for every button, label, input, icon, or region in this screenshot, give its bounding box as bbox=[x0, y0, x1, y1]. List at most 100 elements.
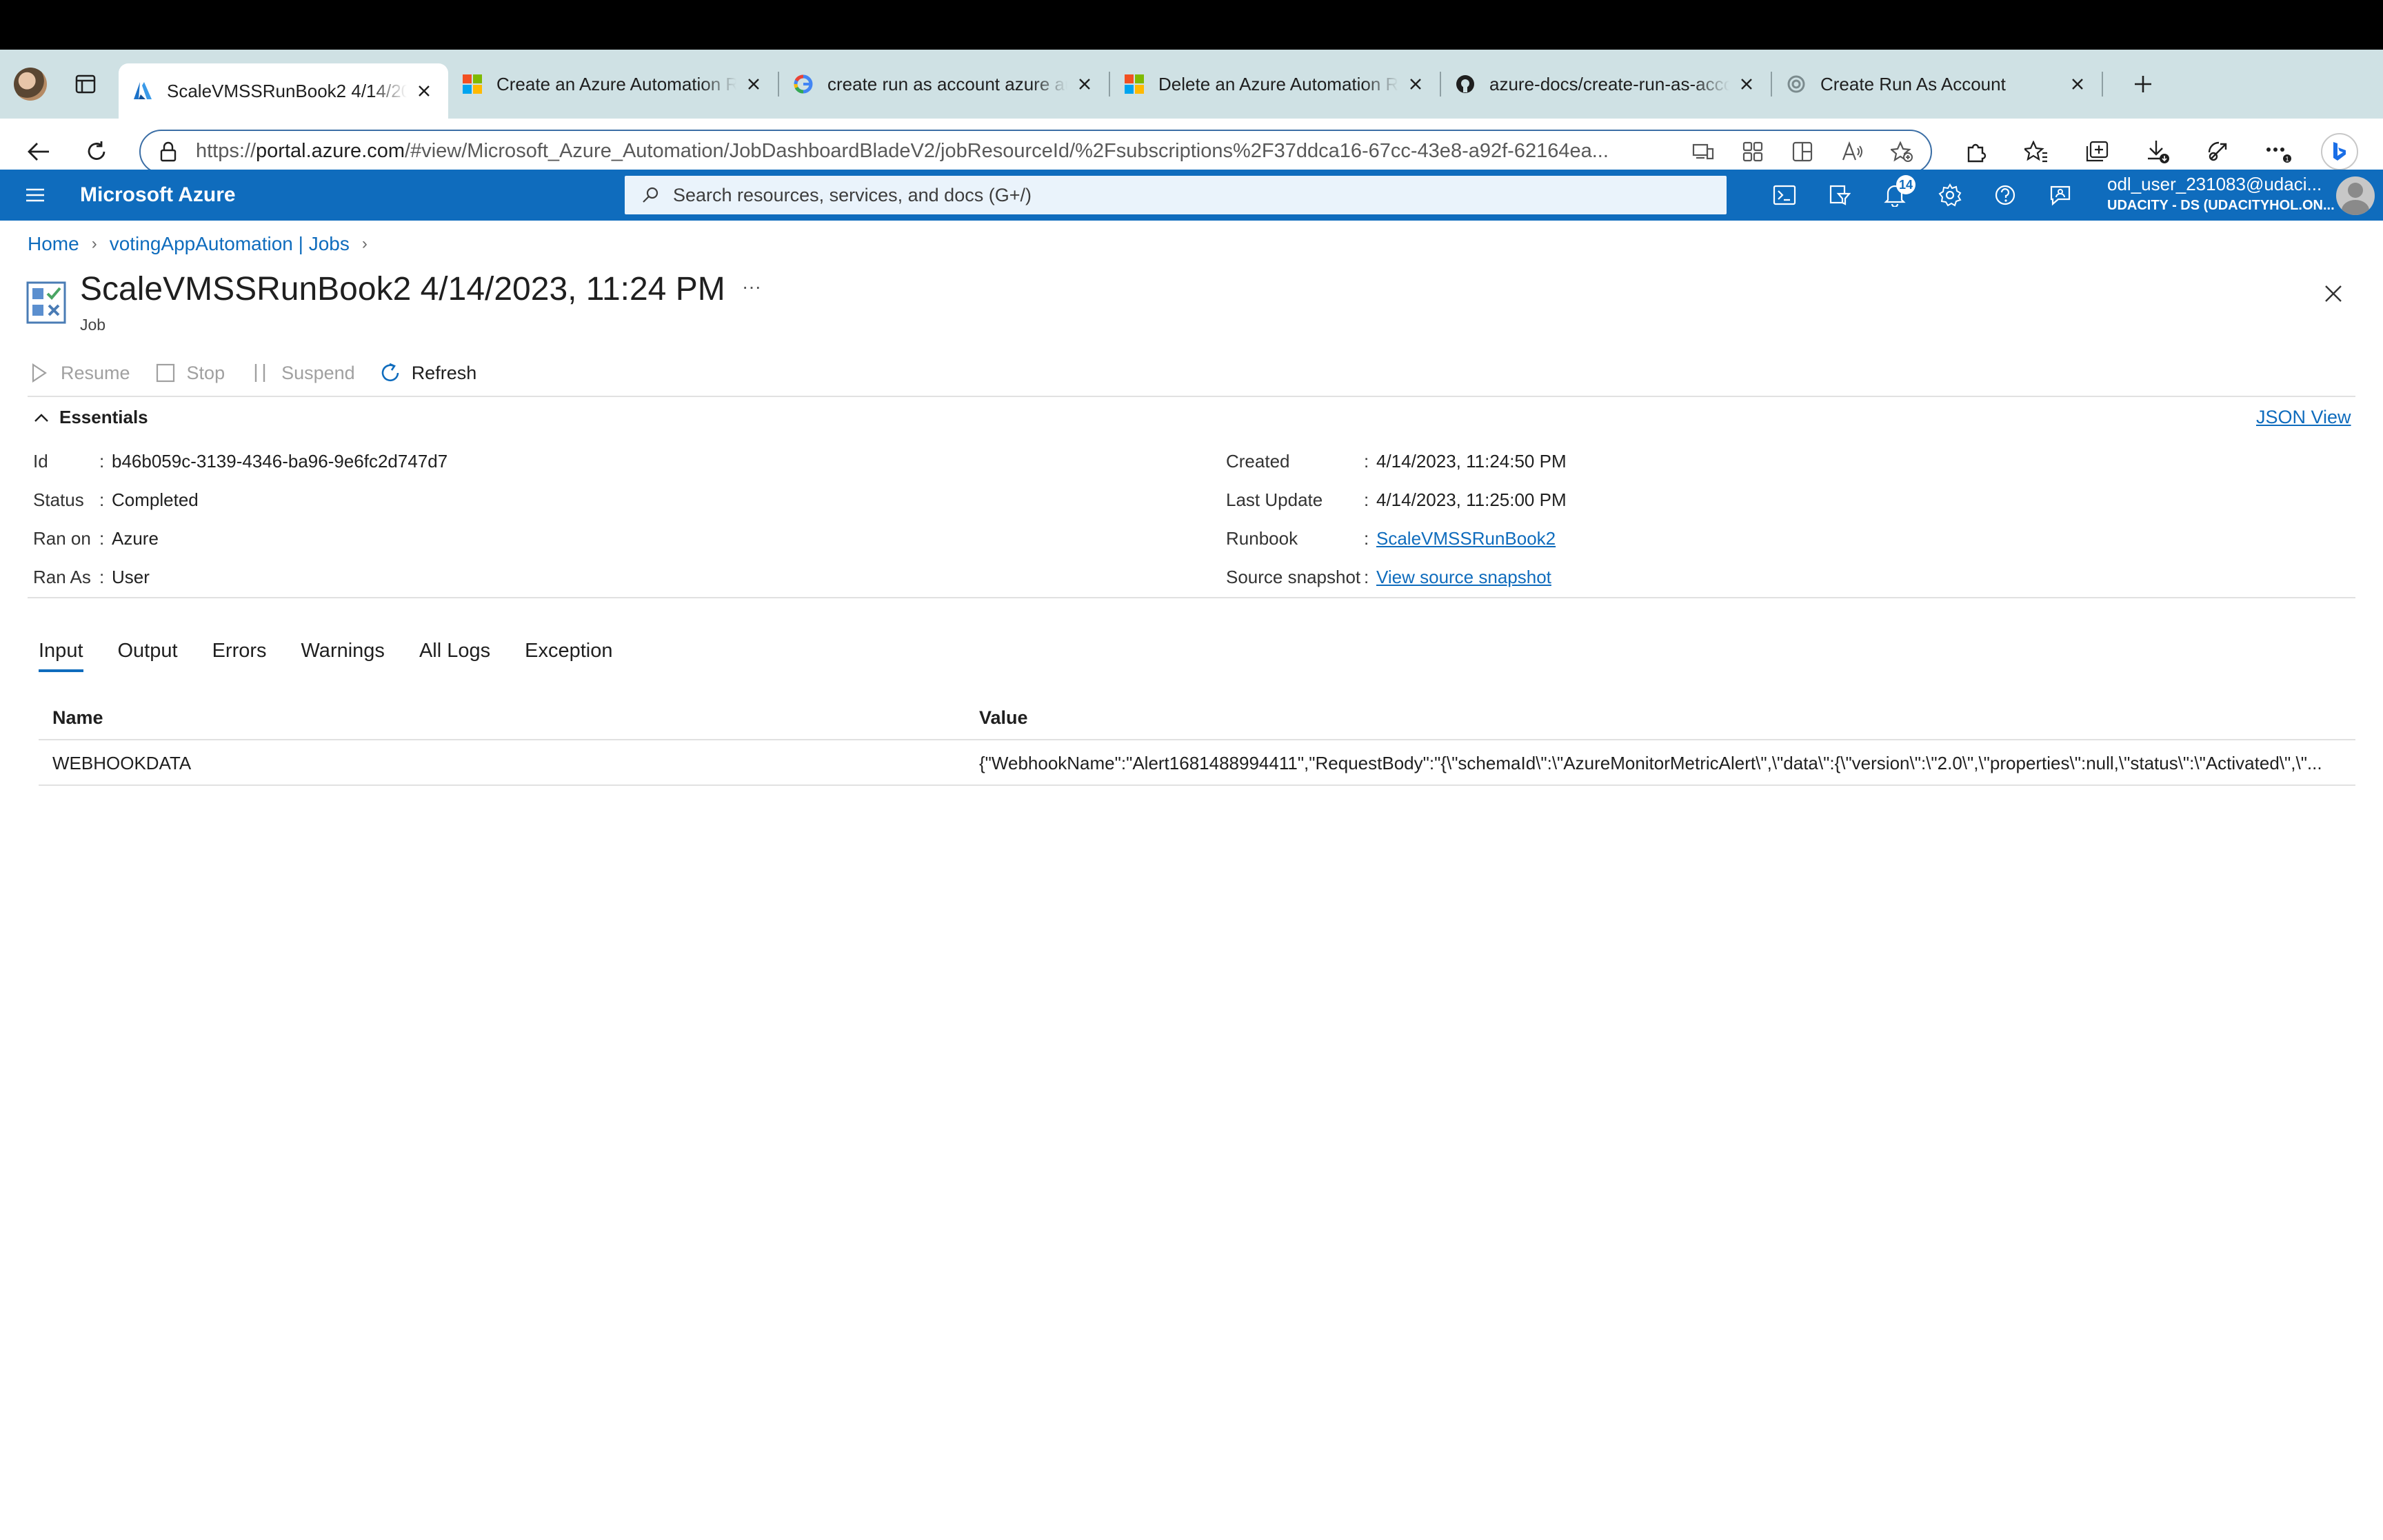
azure-brand[interactable]: Microsoft Azure bbox=[80, 183, 236, 207]
essential-value: b46b059c-3139-4346-ba96-9e6fc2d747d7 bbox=[112, 451, 448, 472]
essential-key: Created bbox=[1226, 451, 1290, 472]
browser-tab[interactable]: Delete an Azure Automation Run As accoun… bbox=[1110, 59, 1440, 109]
apps-icon[interactable] bbox=[1738, 136, 1768, 167]
tab-warnings[interactable]: Warnings bbox=[301, 640, 385, 672]
global-search-input[interactable]: Search resources, services, and docs (G+… bbox=[625, 176, 1727, 214]
lock-icon[interactable] bbox=[154, 138, 182, 165]
refresh-button[interactable]: Refresh bbox=[379, 361, 476, 385]
tab-actions-icon[interactable] bbox=[72, 70, 99, 98]
command-bar: Resume Stop Suspend Refresh bbox=[28, 356, 500, 390]
performance-icon[interactable] bbox=[2201, 134, 2235, 169]
column-header-value[interactable]: Value bbox=[979, 707, 1028, 729]
url-path: /#view/Microsoft_Azure_Automation/JobDas… bbox=[405, 140, 1609, 162]
suspend-label: Suspend bbox=[281, 362, 355, 383]
essential-id: Id : b46b059c-3139-4346-ba96-9e6fc2d747d… bbox=[33, 451, 448, 472]
browser-tab-active[interactable]: ScaleVMSSRunBook2 4/14/2023, 11:24 PM bbox=[119, 63, 448, 119]
chatgpt-logo-icon bbox=[1786, 74, 1807, 94]
close-tab-icon[interactable] bbox=[2067, 74, 2088, 94]
json-view-link[interactable]: JSON View bbox=[2256, 407, 2351, 428]
browser-tab[interactable]: Create an Azure Automation Run As accoun… bbox=[448, 59, 778, 109]
stop-button[interactable]: Stop bbox=[154, 361, 225, 385]
column-header-name[interactable]: Name bbox=[52, 707, 103, 729]
tab-input[interactable]: Input bbox=[39, 640, 83, 672]
device-icon[interactable] bbox=[1688, 136, 1718, 167]
close-tab-icon[interactable] bbox=[1074, 74, 1095, 94]
extensions-icon[interactable] bbox=[1958, 134, 1993, 169]
cloud-shell-icon[interactable] bbox=[1757, 170, 1812, 221]
breadcrumb-jobs[interactable]: votingAppAutomation | Jobs bbox=[110, 233, 350, 255]
account-name: odl_user_231083@udaci... bbox=[2107, 174, 2322, 194]
close-icon[interactable] bbox=[2318, 278, 2349, 309]
close-tab-icon[interactable] bbox=[414, 81, 434, 101]
breadcrumb-home[interactable]: Home bbox=[28, 233, 79, 255]
page-subtitle: Job bbox=[80, 316, 106, 334]
tab-exception[interactable]: Exception bbox=[525, 640, 612, 672]
downloads-icon[interactable] bbox=[2140, 134, 2175, 169]
essential-value: 4/14/2023, 11:24:50 PM bbox=[1376, 451, 1567, 472]
microsoft-logo-icon bbox=[462, 74, 483, 94]
close-tab-icon[interactable] bbox=[1405, 74, 1426, 94]
browser-tab[interactable]: Create Run As Account bbox=[1772, 59, 2102, 109]
bing-copilot-button[interactable] bbox=[2321, 132, 2358, 170]
essential-colon: : bbox=[1364, 489, 1369, 510]
split-screen-icon[interactable] bbox=[1787, 136, 1818, 167]
source-snapshot-link[interactable]: View source snapshot bbox=[1376, 567, 1551, 588]
url-host: portal.azure.com bbox=[256, 140, 405, 162]
essentials-toggle[interactable]: Essentials bbox=[32, 407, 148, 428]
essential-colon: : bbox=[99, 567, 105, 587]
azure-portal-header: Microsoft Azure Search resources, servic… bbox=[0, 170, 2383, 221]
feedback-icon[interactable] bbox=[2033, 170, 2088, 221]
essential-value: Azure bbox=[112, 528, 159, 549]
tab-title: create run as account azure automation bbox=[827, 73, 1067, 94]
tab-title: Delete an Azure Automation Run As accoun… bbox=[1158, 73, 1398, 94]
help-icon[interactable] bbox=[1978, 170, 2033, 221]
essential-source-snapshot: Source snapshot : View source snapshot bbox=[1226, 567, 1551, 588]
microsoft-logo-icon bbox=[1124, 74, 1145, 94]
essential-last-update: Last Update : 4/14/2023, 11:25:00 PM bbox=[1226, 489, 1567, 511]
read-aloud-icon[interactable] bbox=[1837, 136, 1867, 167]
essential-key: Source snapshot bbox=[1226, 567, 1361, 587]
directory-filter-icon[interactable] bbox=[1812, 170, 1867, 221]
page-title: ScaleVMSSRunBook2 4/14/2023, 11:24 PM bbox=[80, 271, 725, 307]
portal-menu-icon[interactable] bbox=[19, 179, 51, 211]
reload-button[interactable] bbox=[77, 132, 116, 171]
settings-gear-icon[interactable] bbox=[1922, 170, 1978, 221]
runbook-link[interactable]: ScaleVMSSRunBook2 bbox=[1376, 528, 1556, 549]
resume-button[interactable]: Resume bbox=[28, 361, 130, 385]
close-tab-icon[interactable] bbox=[1736, 74, 1757, 94]
tab-all-logs[interactable]: All Logs bbox=[419, 640, 490, 672]
new-tab-button[interactable] bbox=[2124, 65, 2162, 103]
browser-tab[interactable]: create run as account azure automation bbox=[779, 59, 1109, 109]
more-options-button[interactable]: ··· bbox=[742, 276, 763, 303]
avatar[interactable] bbox=[2336, 176, 2375, 215]
add-favorite-icon[interactable] bbox=[1887, 136, 1917, 167]
tab-title: ScaleVMSSRunBook2 4/14/2023, 11:24 PM bbox=[167, 80, 407, 101]
azure-logo-icon bbox=[132, 81, 153, 101]
suspend-button[interactable]: Suspend bbox=[248, 361, 355, 385]
profile-avatar[interactable] bbox=[14, 68, 47, 101]
essential-colon: : bbox=[99, 451, 105, 472]
table-row[interactable]: WEBHOOKDATA {"WebhookName":"Alert1681488… bbox=[39, 743, 2355, 786]
address-bar[interactable]: https://portal.azure.com/#view/Microsoft… bbox=[139, 129, 1932, 174]
favorites-icon[interactable] bbox=[2019, 134, 2053, 169]
search-placeholder: Search resources, services, and docs (G+… bbox=[673, 184, 1032, 205]
browser-tab[interactable]: azure-docs/create-run-as-account bbox=[1441, 59, 1771, 109]
essential-value: 4/14/2023, 11:25:00 PM bbox=[1376, 489, 1567, 510]
job-icon bbox=[26, 281, 66, 324]
notifications-icon[interactable]: 14 bbox=[1867, 170, 1922, 221]
table-header: Name Value bbox=[39, 705, 2355, 740]
back-button[interactable] bbox=[19, 132, 58, 171]
svg-text:1: 1 bbox=[2285, 156, 2289, 163]
collections-icon[interactable] bbox=[2080, 134, 2114, 169]
essential-value: Completed bbox=[112, 489, 199, 510]
essential-colon: : bbox=[1364, 528, 1369, 549]
account-menu[interactable]: odl_user_231083@udaci... UDACITY - DS (U… bbox=[2107, 174, 2335, 216]
tab-output[interactable]: Output bbox=[118, 640, 178, 672]
resume-label: Resume bbox=[61, 362, 130, 383]
settings-more-icon[interactable]: 1 bbox=[2262, 134, 2296, 169]
tab-errors[interactable]: Errors bbox=[212, 640, 267, 672]
close-tab-icon[interactable] bbox=[743, 74, 764, 94]
essential-colon: : bbox=[99, 528, 105, 549]
essential-colon: : bbox=[1364, 451, 1369, 472]
os-top-strip bbox=[0, 0, 2383, 50]
